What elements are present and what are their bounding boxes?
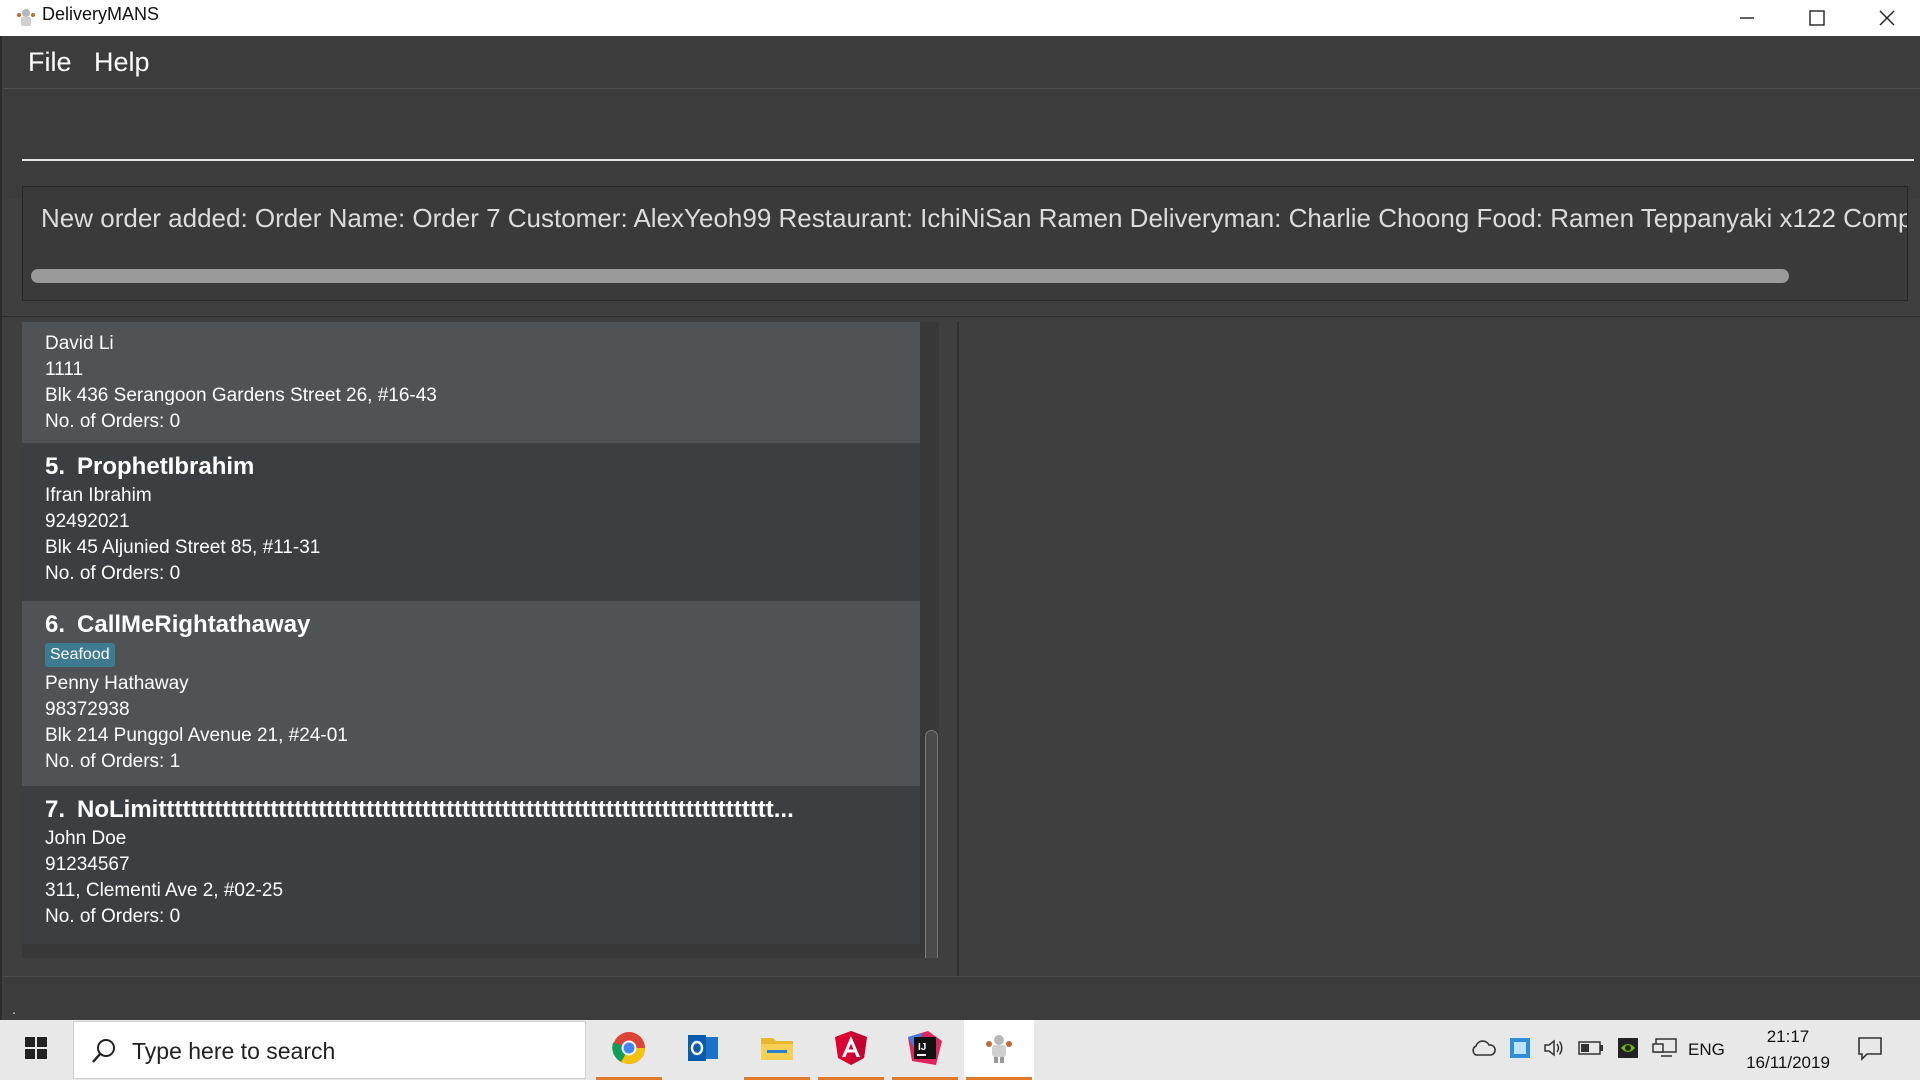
- customer-title: 5. ProphetIbrahim: [45, 451, 925, 483]
- customer-list[interactable]: David Li 1111 Blk 436 Serangoon Gardens …: [22, 322, 939, 958]
- command-box: [4, 89, 1920, 199]
- windows-icon: [24, 1036, 48, 1065]
- chrome-icon: [611, 1030, 647, 1071]
- list-item[interactable]: 7. NoLimitttttttttttttttttttttttttttttttt…: [22, 786, 920, 944]
- customer-username: ProphetIbrahim: [77, 453, 255, 480]
- taskbar-search[interactable]: Type here to search: [73, 1021, 586, 1079]
- start-button[interactable]: [0, 1020, 72, 1080]
- customer-index: 5.: [45, 453, 66, 480]
- menu-help[interactable]: Help: [94, 36, 150, 88]
- minimize-icon: [1739, 10, 1755, 26]
- nvidia-icon: [1617, 1037, 1639, 1064]
- customer-username: NoLimitttttttttttttttttttttttttttttttttt…: [77, 796, 794, 823]
- list-item[interactable]: David Li 1111 Blk 436 Serangoon Gardens …: [22, 322, 920, 443]
- menu-file[interactable]: File: [28, 36, 72, 88]
- customer-title: 6. CallMeRightathaway: [45, 609, 925, 641]
- angular-icon: [834, 1030, 868, 1071]
- notification-button[interactable]: [1850, 1020, 1890, 1080]
- taskbar-app-angular[interactable]: [816, 1020, 886, 1080]
- deliverymans-icon: [982, 1031, 1016, 1070]
- customer-phone: 1111: [45, 359, 84, 380]
- title-bar: DeliveryMANS: [0, 0, 1920, 36]
- tag-badge: Seafood: [45, 643, 115, 667]
- tray-display[interactable]: [1650, 1020, 1680, 1080]
- language-indicator[interactable]: ENG: [1688, 1020, 1725, 1080]
- svg-text:IJ: IJ: [918, 1042, 926, 1053]
- customer-orders: No. of Orders: 0: [45, 563, 181, 584]
- customer-orders: No. of Orders: 0: [45, 906, 181, 927]
- customer-title: 7. NoLimitttttttttttttttttttttttttttttttt…: [45, 794, 925, 826]
- onedrive-icon: [1470, 1039, 1496, 1061]
- customer-index: 6.: [45, 611, 66, 638]
- command-input[interactable]: [22, 117, 1914, 161]
- window-title: DeliveryMANS: [42, 4, 160, 24]
- volume-icon: [1543, 1038, 1565, 1063]
- result-display: New order added: Order Name: Order 7 Cus…: [22, 186, 1908, 301]
- customer-address: Blk 45 Aljunied Street 85, #11-31: [45, 537, 321, 558]
- customer-phone: 92492021: [45, 511, 130, 532]
- maximize-button[interactable]: [1782, 0, 1852, 36]
- taskbar-app-chrome[interactable]: [594, 1020, 664, 1080]
- customer-phone: 98372938: [45, 699, 130, 720]
- customer-username: CallMeRightathaway: [77, 611, 311, 638]
- customer-name: John Doe: [45, 828, 127, 849]
- minimize-button[interactable]: [1712, 0, 1782, 36]
- battery-icon: [1578, 1040, 1604, 1060]
- close-icon: [1879, 10, 1895, 26]
- menu-bar: File Help: [4, 36, 1920, 89]
- result-horizontal-scrollbar[interactable]: [31, 269, 1789, 283]
- separator: [2, 316, 1920, 317]
- customer-phone: 91234567: [45, 854, 130, 875]
- taskbar-app-intellij[interactable]: IJ: [890, 1020, 960, 1080]
- result-text: New order added: Order Name: Order 7 Cus…: [41, 203, 1908, 233]
- list-vertical-scrollbar[interactable]: [925, 730, 938, 958]
- app-window: File Help New order added: Order Name: O…: [0, 36, 1920, 1021]
- customer-name: David Li: [45, 333, 114, 354]
- close-button[interactable]: [1852, 0, 1920, 36]
- network-app-icon: [1509, 1037, 1531, 1064]
- outlook-icon: [686, 1031, 720, 1070]
- tray-network-app[interactable]: [1506, 1020, 1534, 1080]
- status-text: .: [12, 1001, 16, 1017]
- app-logo-icon: [14, 6, 38, 30]
- customer-name: Penny Hathaway: [45, 673, 189, 694]
- customer-name: Ifran Ibrahim: [45, 485, 152, 506]
- display-icon: [1652, 1037, 1678, 1064]
- customer-address: Blk 436 Serangoon Gardens Street 26, #16…: [45, 385, 437, 406]
- tray-nvidia[interactable]: [1614, 1020, 1642, 1080]
- customer-address: 311, Clementi Ave 2, #02-25: [45, 880, 284, 901]
- customer-orders: No. of Orders: 0: [45, 411, 181, 432]
- intellij-icon: IJ: [908, 1030, 942, 1070]
- taskbar-app-outlook[interactable]: [668, 1020, 738, 1080]
- file-explorer-icon: [759, 1032, 795, 1069]
- taskbar-app-file-explorer[interactable]: [742, 1020, 812, 1080]
- maximize-icon: [1809, 10, 1825, 26]
- clock-time: 21:17: [1766, 1027, 1810, 1046]
- taskbar: Type here to search IJ ENG 21:17 16/11/2…: [0, 1020, 1920, 1080]
- panel-divider[interactable]: [957, 322, 959, 1008]
- clock[interactable]: 21:17 16/11/2019: [1728, 1024, 1848, 1076]
- tray-volume[interactable]: [1540, 1020, 1568, 1080]
- search-placeholder: Type here to search: [132, 1038, 336, 1064]
- customer-orders: No. of Orders: 1: [45, 751, 181, 772]
- tray-onedrive[interactable]: [1468, 1020, 1498, 1080]
- status-bar: .: [4, 976, 1920, 1021]
- customer-address: Blk 214 Punggol Avenue 21, #24-01: [45, 725, 348, 746]
- clock-date: 16/11/2019: [1746, 1053, 1830, 1072]
- tray-battery[interactable]: [1576, 1020, 1606, 1080]
- list-item[interactable]: 6. CallMeRightathaway Seafood Penny Hatha…: [22, 601, 920, 786]
- list-item[interactable]: 5. ProphetIbrahim Ifran Ibrahim 92492021 …: [22, 443, 920, 601]
- customer-index: 7.: [45, 796, 66, 823]
- notification-icon: [1857, 1035, 1883, 1066]
- taskbar-app-deliverymans[interactable]: [964, 1020, 1034, 1080]
